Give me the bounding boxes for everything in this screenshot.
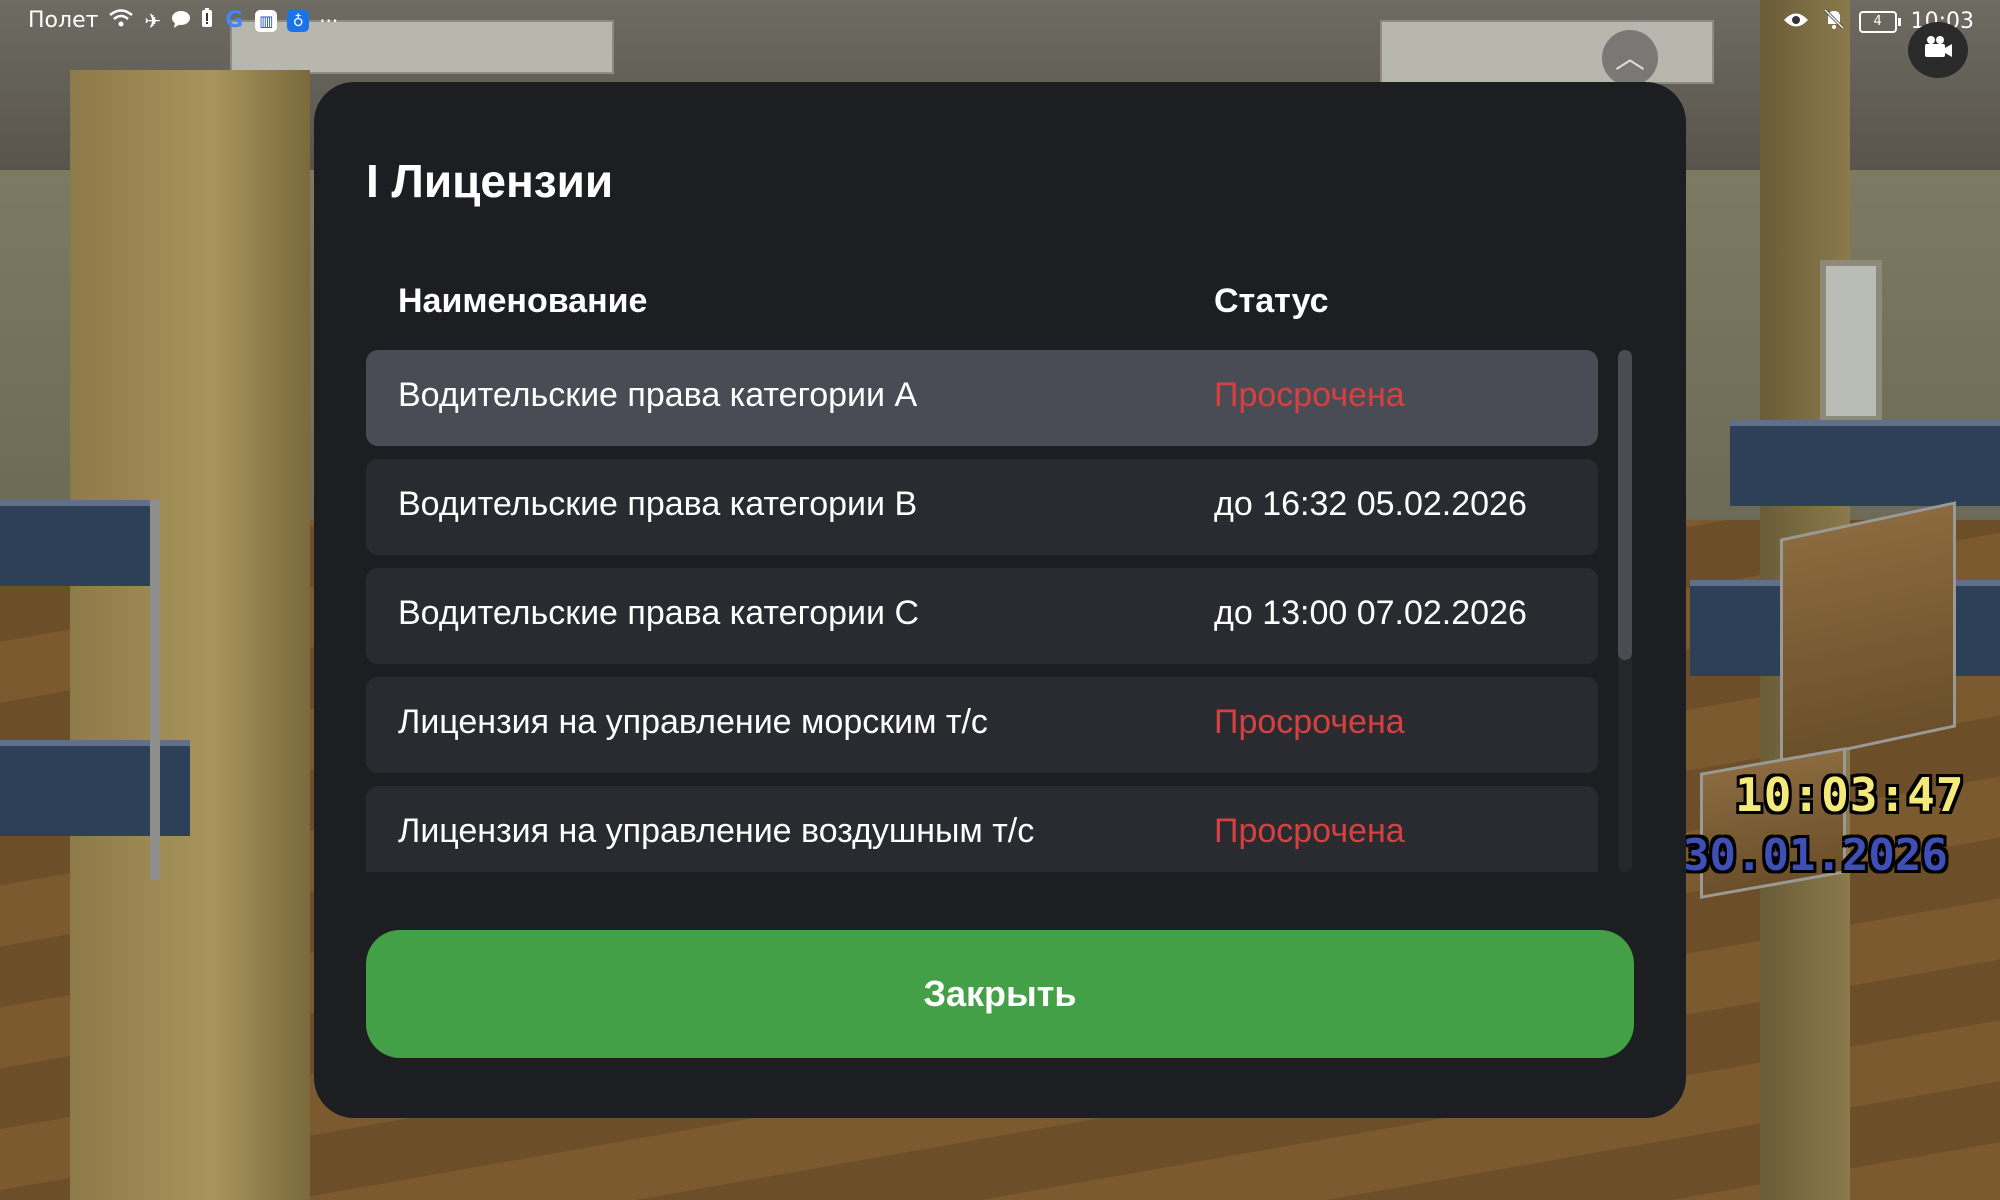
license-name: Водительские права категории C	[398, 594, 920, 632]
eye-icon	[1783, 10, 1809, 34]
dialog-title: I Лицензии	[366, 155, 614, 207]
column-header-name: Наименование	[398, 282, 648, 320]
battery-alert-icon	[201, 8, 213, 33]
video-camera-icon[interactable]	[1908, 22, 1968, 78]
bed-frame	[150, 500, 160, 880]
close-button[interactable]: Закрыть	[366, 930, 1634, 1058]
app-icon: ▥	[255, 9, 278, 32]
pillar	[70, 70, 310, 1200]
license-row[interactable]: Водительские права категории A Просрочен…	[366, 350, 1598, 446]
license-status: Просрочена	[1214, 812, 1405, 850]
airplane-mode-icon: ✈	[144, 8, 162, 33]
system-status-bar: Полет ✈ G ▥ ♁ ··· 4 10:03	[0, 0, 2000, 44]
license-name: Лицензия на управление морским т/с	[398, 703, 988, 741]
more-notifications-icon: ···	[319, 8, 339, 33]
license-row[interactable]: Водительские права категории C до 13:00 …	[366, 568, 1598, 664]
bell-muted-icon	[1823, 8, 1845, 35]
wifi-icon	[108, 8, 134, 33]
license-row[interactable]: Водительские права категории B до 16:32 …	[366, 459, 1598, 555]
google-icon: G	[225, 7, 244, 33]
chair	[1780, 501, 1956, 765]
license-row[interactable]: Лицензия на управление воздушным т/с Про…	[366, 786, 1598, 872]
license-status: до 13:00 07.02.2026	[1214, 594, 1527, 632]
hud-date: 30.01.2026	[1683, 830, 1948, 881]
license-name: Водительские права категории B	[398, 485, 918, 523]
licenses-list[interactable]: Водительские права категории A Просрочен…	[366, 350, 1598, 872]
collapse-chevron-icon[interactable]: ︿	[1602, 30, 1658, 86]
scrollbar-thumb[interactable]	[1618, 350, 1632, 660]
carrier-label: Полет	[28, 8, 99, 33]
license-status: Просрочена	[1214, 376, 1405, 414]
hud-time: 10:03:47	[1735, 768, 1965, 822]
license-status: до 16:32 05.02.2026	[1214, 485, 1527, 523]
licenses-dialog: I Лицензии Наименование Статус Водительс…	[314, 82, 1686, 1118]
scrollbar[interactable]	[1618, 350, 1632, 872]
bunk-bed	[0, 500, 150, 586]
window	[1820, 260, 1882, 422]
lightbulb-app-icon: ♁	[287, 9, 310, 32]
license-row[interactable]: Лицензия на управление морским т/с Проср…	[366, 677, 1598, 773]
license-name: Водительские права категории A	[398, 376, 918, 414]
column-header-status: Статус	[1214, 282, 1329, 320]
battery-icon: 4	[1858, 10, 1901, 33]
license-status: Просрочена	[1214, 703, 1405, 741]
chat-bubble-icon	[171, 9, 191, 33]
license-name: Лицензия на управление воздушным т/с	[398, 812, 1035, 850]
bunk-bed	[1730, 420, 2000, 506]
bunk-bed	[0, 740, 190, 836]
